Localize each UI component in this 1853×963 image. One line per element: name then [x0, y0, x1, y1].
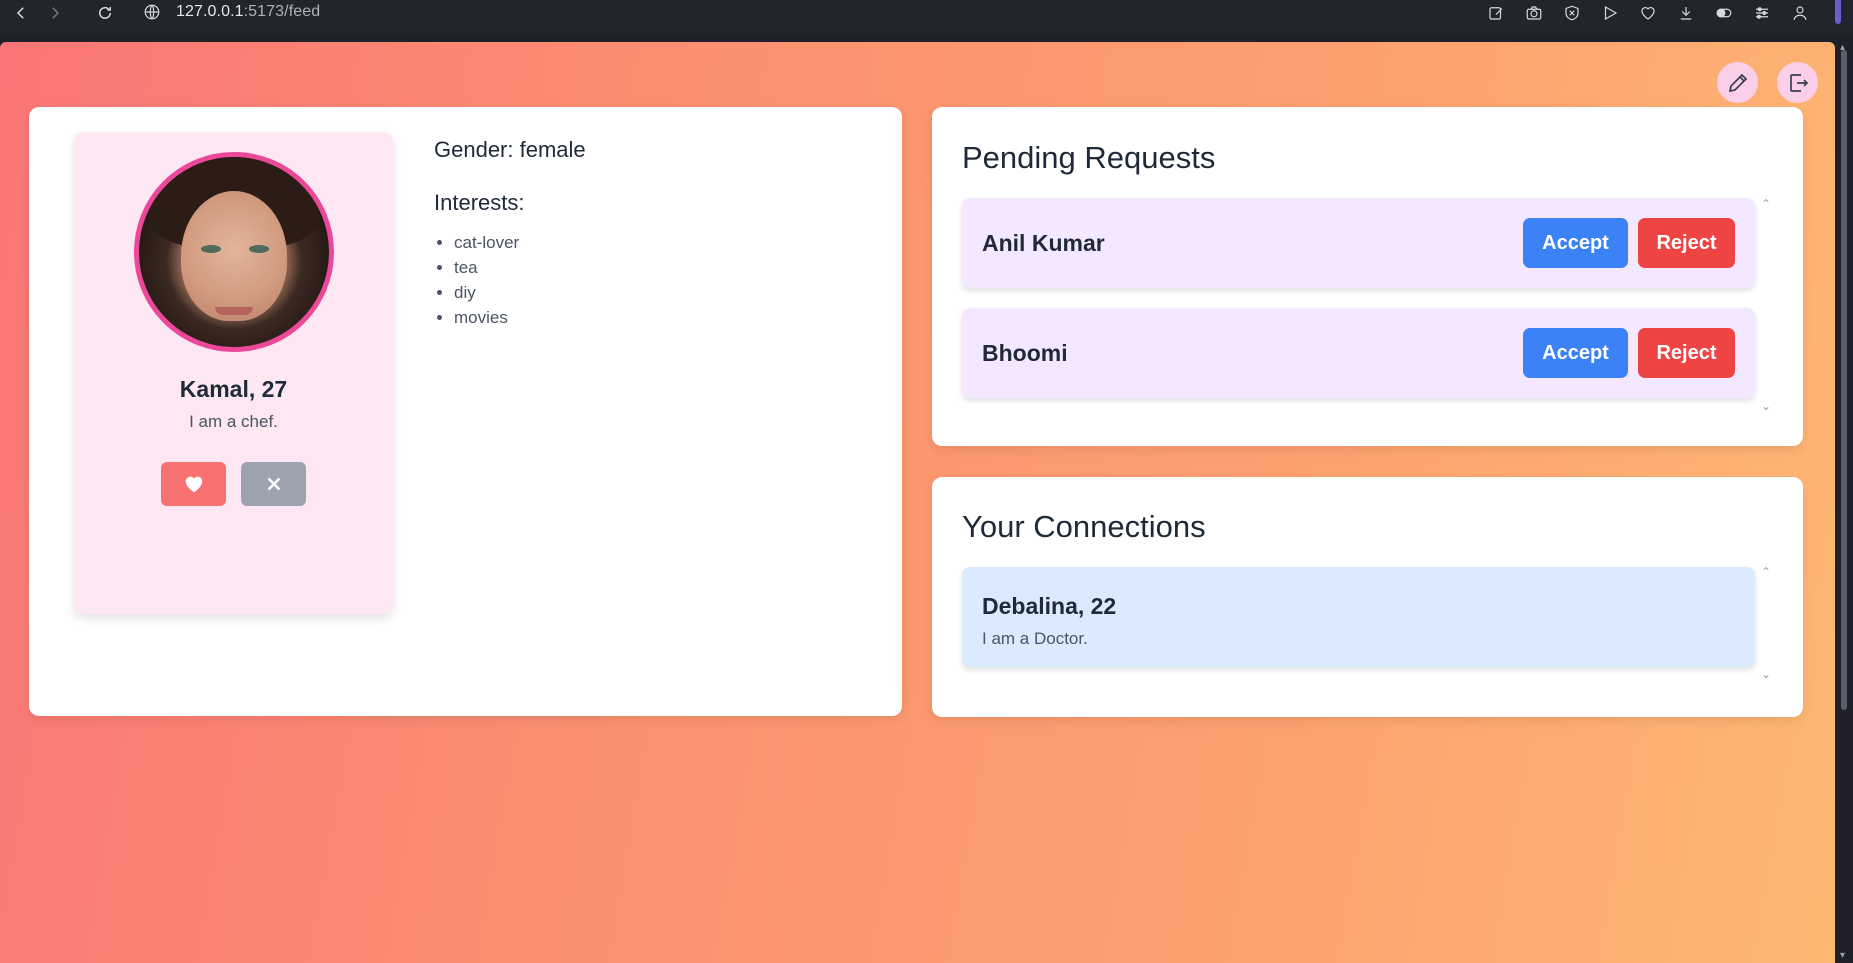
edit-page-icon[interactable]	[1485, 2, 1507, 24]
interest-item: tea	[454, 255, 586, 280]
reject-button[interactable]: Reject	[1638, 328, 1735, 378]
user-card: Kamal, 27 I am a chef.	[74, 132, 393, 614]
accept-button[interactable]: Accept	[1523, 328, 1628, 378]
connection-name-age: Debalina, 22	[982, 593, 1117, 619]
request-item: Bhoomi Accept Reject	[962, 308, 1755, 398]
connections-title: Your Connections	[962, 509, 1206, 544]
interests-title: Interests:	[434, 190, 525, 215]
profile-icon[interactable]	[1789, 2, 1811, 24]
connection-bio: I am a Doctor.	[982, 629, 1088, 648]
browser-toolbar: 127.0.0.1:5173/feed	[0, 0, 1853, 36]
avatar	[134, 152, 334, 352]
globe-icon	[143, 3, 161, 21]
user-bio: I am a chef.	[189, 412, 278, 431]
connections-panel: Your Connections Debalina, 22 I am a Doc…	[932, 477, 1803, 717]
logout-button[interactable]	[1777, 62, 1818, 103]
shield-icon[interactable]	[1561, 2, 1583, 24]
reject-button[interactable]: Reject	[1638, 218, 1735, 268]
feed-profile-panel: Kamal, 27 I am a chef. Gender: female In…	[29, 107, 902, 716]
pass-button[interactable]	[241, 462, 306, 506]
back-icon[interactable]	[10, 2, 32, 24]
interest-item: cat-lover	[454, 230, 586, 255]
pending-requests-title: Pending Requests	[962, 140, 1216, 175]
connections-list[interactable]: Debalina, 22 I am a Doctor.	[962, 567, 1755, 667]
page-viewport: Kamal, 27 I am a chef. Gender: female In…	[0, 42, 1835, 963]
card-actions	[161, 462, 306, 506]
download-icon[interactable]	[1675, 2, 1697, 24]
gender-label: Gender: female	[434, 137, 586, 162]
toggle-icon[interactable]	[1713, 2, 1735, 24]
forward-icon[interactable]	[44, 2, 66, 24]
avatar-eye-left	[201, 245, 221, 253]
heart-outline-icon[interactable]	[1637, 2, 1659, 24]
play-icon[interactable]	[1599, 2, 1621, 24]
requests-list[interactable]: Anil Kumar Accept Reject Bhoomi Accept R…	[962, 198, 1755, 418]
profile-details: Gender: female Interests: cat-lover tea …	[434, 137, 586, 330]
url-path: :5173/feed	[243, 3, 321, 20]
avatar-eye-right	[249, 245, 269, 253]
request-name: Bhoomi	[982, 340, 1068, 366]
heart-icon	[185, 476, 202, 493]
edit-profile-button[interactable]	[1717, 62, 1758, 103]
window-accent	[1835, 0, 1841, 24]
settings-sliders-icon[interactable]	[1751, 2, 1773, 24]
extension-toolbar	[1485, 2, 1811, 24]
scrollbar-thumb[interactable]	[1841, 50, 1847, 710]
pencil-icon	[1728, 73, 1747, 92]
avatar-mouth	[215, 307, 253, 315]
url-host: 127.0.0.1	[176, 3, 244, 20]
page-scrollbar[interactable]: ▴ ▾	[1835, 42, 1853, 963]
avatar-face	[181, 191, 287, 321]
connection-item[interactable]: Debalina, 22 I am a Doctor.	[962, 567, 1755, 667]
reload-icon[interactable]	[94, 2, 116, 24]
address-bar[interactable]: 127.0.0.1:5173/feed	[176, 3, 320, 21]
list-scroll-up-icon[interactable]: ⌃	[1761, 565, 1771, 579]
camera-icon[interactable]	[1523, 2, 1545, 24]
logout-icon	[1789, 73, 1808, 92]
like-button[interactable]	[161, 462, 226, 506]
scroll-down-icon[interactable]: ▾	[1840, 950, 1845, 961]
interests-list: cat-lover tea diy movies	[434, 230, 586, 330]
pending-requests-panel: Pending Requests Anil Kumar Accept Rejec…	[932, 107, 1803, 446]
list-scroll-down-icon[interactable]: ⌄	[1761, 667, 1771, 681]
interest-item: diy	[454, 280, 586, 305]
interest-item: movies	[454, 305, 586, 330]
user-name-age: Kamal, 27	[179, 376, 288, 402]
top-actions	[1717, 62, 1818, 103]
list-scroll-up-icon[interactable]: ⌃	[1761, 197, 1771, 211]
accept-button[interactable]: Accept	[1523, 218, 1628, 268]
close-icon	[267, 477, 280, 491]
request-item: Anil Kumar Accept Reject	[962, 198, 1755, 288]
request-name: Anil Kumar	[982, 230, 1105, 256]
list-scroll-down-icon[interactable]: ⌄	[1761, 399, 1771, 413]
